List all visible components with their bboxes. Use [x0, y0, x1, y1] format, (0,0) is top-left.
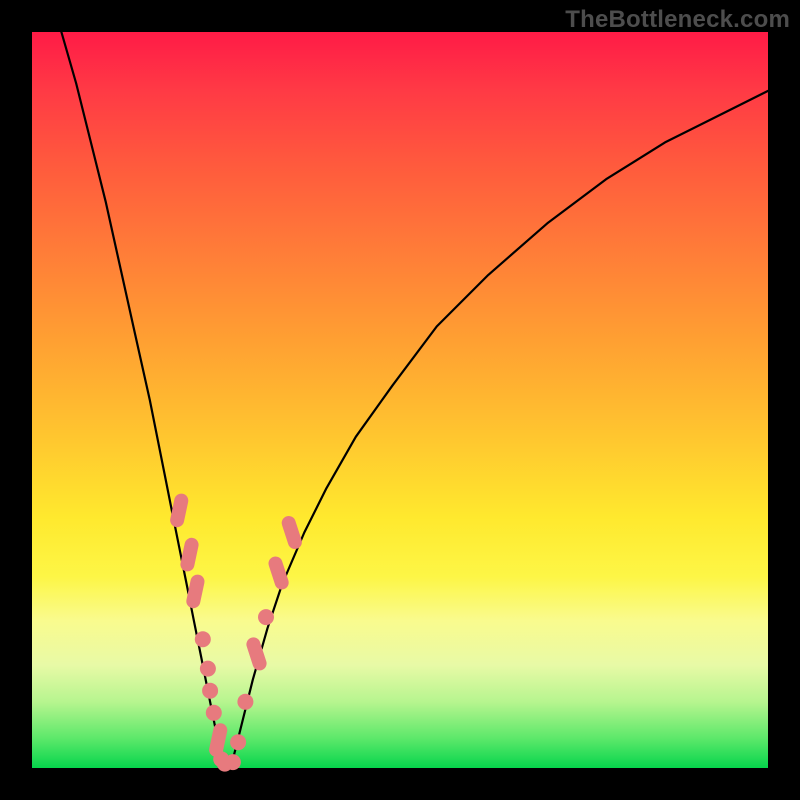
plot-area [32, 32, 768, 768]
markers-left [169, 492, 233, 771]
data-marker [237, 694, 253, 710]
data-marker [195, 631, 211, 647]
data-marker [258, 609, 274, 625]
data-marker [200, 661, 216, 677]
data-marker [280, 514, 304, 551]
curve-right [231, 91, 768, 768]
chart-svg [32, 32, 768, 768]
curve-left [61, 32, 219, 768]
data-marker [179, 537, 200, 573]
data-marker [230, 734, 246, 750]
watermark-text: TheBottleneck.com [565, 6, 790, 34]
curve-right-path [231, 91, 768, 768]
chart-frame: TheBottleneck.com [0, 0, 800, 800]
data-marker [202, 683, 218, 699]
data-marker [225, 754, 241, 770]
data-marker [206, 705, 222, 721]
curve-left-path [61, 32, 219, 768]
